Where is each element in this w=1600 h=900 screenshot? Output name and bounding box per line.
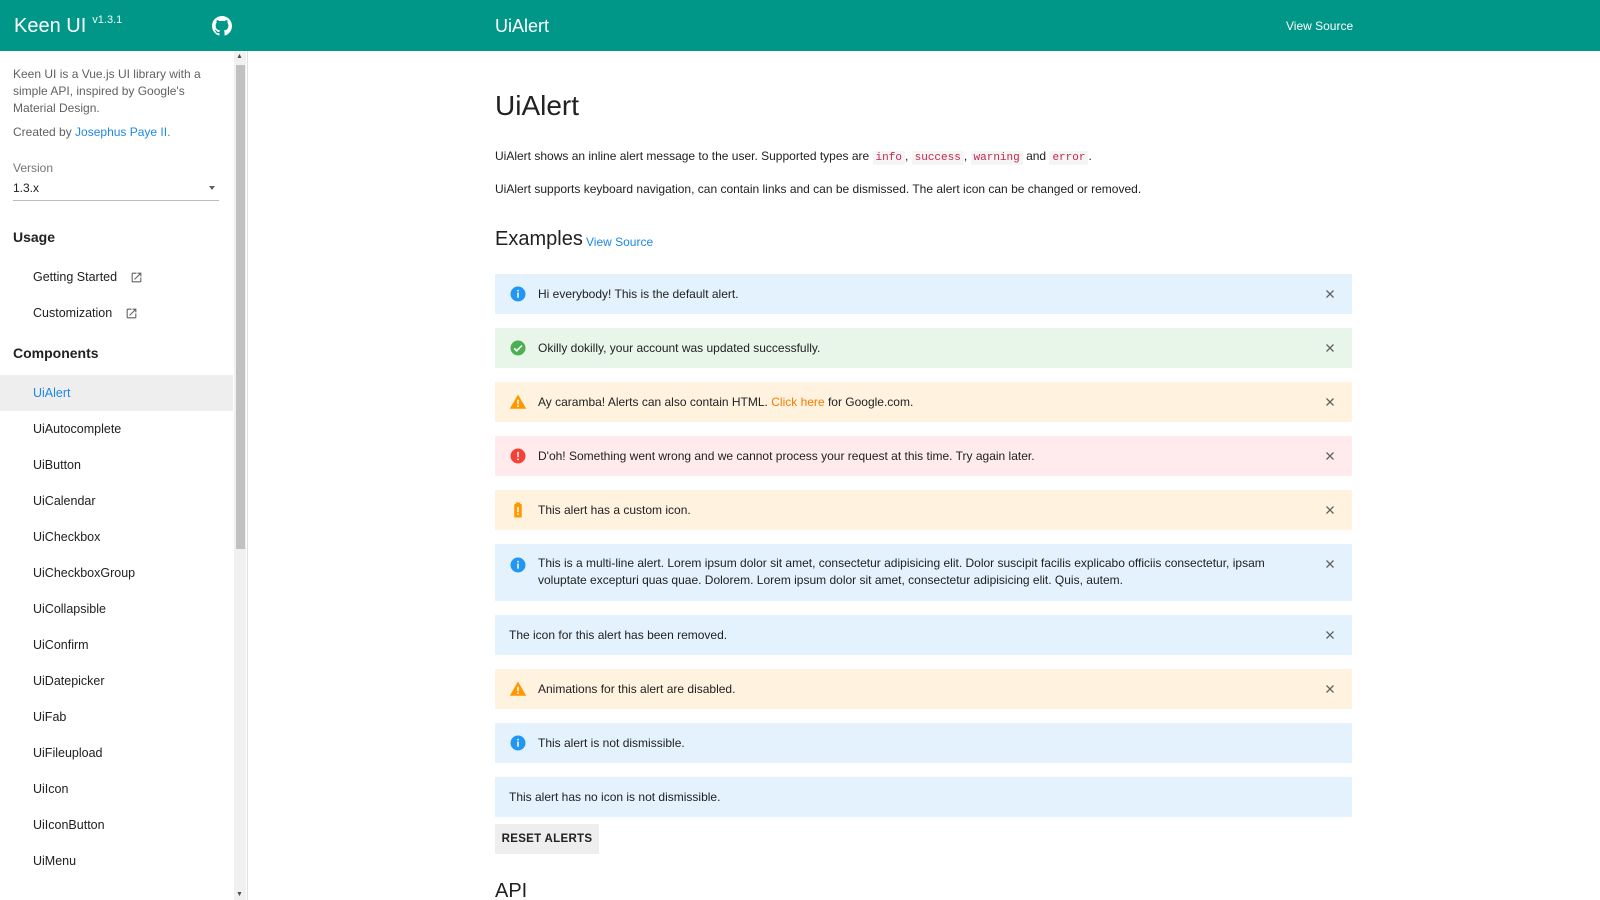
- sidebar-item-uiiconbutton[interactable]: UiIconButton: [0, 807, 233, 843]
- alert-text-before: Ay caramba! Alerts can also contain HTML…: [538, 394, 768, 409]
- intro-text: UiAlert shows an inline alert message to…: [495, 149, 870, 163]
- close-icon[interactable]: [1324, 558, 1336, 570]
- alert-text: This alert has a custom icon.: [538, 502, 691, 517]
- examples-heading: Examples: [495, 228, 583, 250]
- version-select[interactable]: 1.3.x: [13, 181, 219, 201]
- close-icon[interactable]: [1324, 342, 1336, 354]
- alert-success[interactable]: Okilly dokilly, your account was updated…: [495, 328, 1352, 368]
- info-icon: [510, 557, 526, 573]
- scroll-down-arrow-icon[interactable]: ▼: [236, 891, 243, 898]
- sidebar-item-uicheckboxgroup[interactable]: UiCheckboxGroup: [0, 555, 233, 591]
- alert-text: Ay caramba! Alerts can also contain HTML…: [538, 394, 1304, 411]
- version-label: Version: [13, 161, 54, 175]
- sidebar-item-uiicon[interactable]: UiIcon: [0, 771, 233, 807]
- close-icon[interactable]: [1324, 288, 1336, 300]
- type-code-info: info: [872, 151, 905, 165]
- alert-text: Animations for this alert are disabled.: [538, 681, 736, 696]
- alert-not-dismissible: This alert is not dismissible.: [495, 723, 1352, 763]
- warning-icon: [509, 394, 527, 409]
- github-icon[interactable]: [212, 16, 232, 36]
- sidebar-item-uicollapsible[interactable]: UiCollapsible: [0, 591, 233, 627]
- alert-warning-html[interactable]: Ay caramba! Alerts can also contain HTML…: [495, 382, 1352, 422]
- alert-custom-icon[interactable]: This alert has a custom icon.: [495, 490, 1352, 530]
- intro-paragraph: UiAlert shows an inline alert message to…: [495, 149, 1092, 165]
- alert-text: This alert has no icon is not dismissibl…: [509, 789, 721, 804]
- top-app-bar: Keen UI v1.3.1 UiAlert View Source: [0, 0, 1600, 51]
- alert-text: This is a multi-line alert. Lorem ipsum …: [538, 556, 1265, 587]
- sidebar-item-label: Getting Started: [33, 270, 118, 284]
- api-heading: API: [495, 880, 528, 900]
- author-link[interactable]: Josephus Paye II.: [75, 125, 170, 139]
- info-icon: [510, 286, 526, 302]
- brand[interactable]: Keen UI v1.3.1: [14, 14, 123, 38]
- alert-text-after: for Google.com.: [827, 394, 914, 409]
- alert-default[interactable]: Hi everybody! This is the default alert.: [495, 274, 1352, 314]
- type-code-warning: warning: [970, 151, 1023, 165]
- sidebar-item-uifab[interactable]: UiFab: [0, 699, 233, 735]
- sidebar-item-uicalendar[interactable]: UiCalendar: [0, 483, 233, 519]
- check-circle-icon: [510, 340, 526, 356]
- intro-paragraph-2: UiAlert supports keyboard navigation, ca…: [495, 182, 1142, 196]
- alert-text: Okilly dokilly, your account was updated…: [538, 340, 821, 355]
- intro-and: and: [1026, 149, 1047, 163]
- sidebar: Keen UI is a Vue.js UI library with a si…: [0, 51, 248, 900]
- sidebar-item-uidatepicker[interactable]: UiDatepicker: [0, 663, 233, 699]
- alert-no-animation[interactable]: Animations for this alert are disabled.: [495, 669, 1352, 709]
- external-link-icon: [131, 272, 141, 283]
- warning-icon: [509, 681, 527, 696]
- sidebar-item-uialert[interactable]: UiAlert: [0, 375, 233, 411]
- sidebar-item-uiconfirm[interactable]: UiConfirm: [0, 627, 233, 663]
- sidebar-item-uibutton[interactable]: UiButton: [0, 447, 233, 483]
- sidebar-credits: Created by Josephus Paye II.: [13, 125, 170, 139]
- alert-text: This alert is not dismissible.: [538, 735, 685, 750]
- google-link[interactable]: Click here: [771, 395, 824, 409]
- alert-error[interactable]: D'oh! Something went wrong and we cannot…: [495, 436, 1352, 476]
- sidebar-item-label: Customization: [33, 306, 113, 320]
- alert-text: Hi everybody! This is the default alert.: [538, 286, 739, 301]
- scroll-up-arrow-icon[interactable]: ▲: [236, 53, 243, 60]
- close-icon[interactable]: [1324, 504, 1336, 516]
- alert-multiline[interactable]: This is a multi-line alert. Lorem ipsum …: [495, 544, 1352, 601]
- brand-version: v1.3.1: [92, 14, 123, 26]
- brand-name[interactable]: Keen UI: [14, 15, 86, 38]
- sidebar-item-customization[interactable]: Customization: [0, 295, 233, 331]
- sidebar-item-getting-started[interactable]: Getting Started: [0, 259, 233, 295]
- view-source-link[interactable]: View Source: [1286, 19, 1353, 33]
- page-title: UiAlert: [495, 90, 580, 121]
- close-icon[interactable]: [1324, 396, 1336, 408]
- info-icon: [510, 735, 526, 751]
- version-value: 1.3.x: [13, 181, 40, 195]
- examples-view-source-link[interactable]: View Source: [586, 235, 653, 249]
- scrollbar-thumb[interactable]: [236, 65, 245, 549]
- close-icon[interactable]: [1324, 629, 1336, 641]
- credits-prefix: Created by: [13, 125, 72, 139]
- sidebar-item-uicheckbox[interactable]: UiCheckbox: [0, 519, 233, 555]
- type-code-error: error: [1049, 151, 1089, 165]
- reset-alerts-button[interactable]: RESET ALERTS: [495, 824, 599, 854]
- sidebar-item-uifileupload[interactable]: UiFileupload: [0, 735, 233, 771]
- dropdown-caret-icon: [209, 186, 215, 190]
- intro-end: .: [1088, 149, 1092, 163]
- alert-no-icon-not-dismissible: This alert has no icon is not dismissibl…: [495, 777, 1352, 817]
- alert-no-icon[interactable]: The icon for this alert has been removed…: [495, 615, 1352, 655]
- alert-text: The icon for this alert has been removed…: [509, 627, 728, 642]
- sidebar-scrollbar[interactable]: ▲ ▼: [234, 51, 246, 900]
- sidebar-description: Keen UI is a Vue.js UI library with a si…: [13, 67, 201, 115]
- close-icon[interactable]: [1324, 450, 1336, 462]
- external-link-icon: [126, 308, 137, 319]
- sidebar-item-uimenu[interactable]: UiMenu: [0, 843, 233, 879]
- alert-text: D'oh! Something went wrong and we cannot…: [538, 448, 1035, 463]
- sidebar-item-uiautocomplete[interactable]: UiAutocomplete: [0, 411, 233, 447]
- components-heading: Components: [13, 345, 99, 361]
- type-code-success: success: [911, 151, 964, 165]
- page-heading: UiAlert: [495, 16, 550, 36]
- close-icon[interactable]: [1324, 683, 1336, 695]
- error-icon: [510, 448, 526, 464]
- usage-heading: Usage: [13, 229, 56, 245]
- battery-alert-icon: [514, 502, 522, 518]
